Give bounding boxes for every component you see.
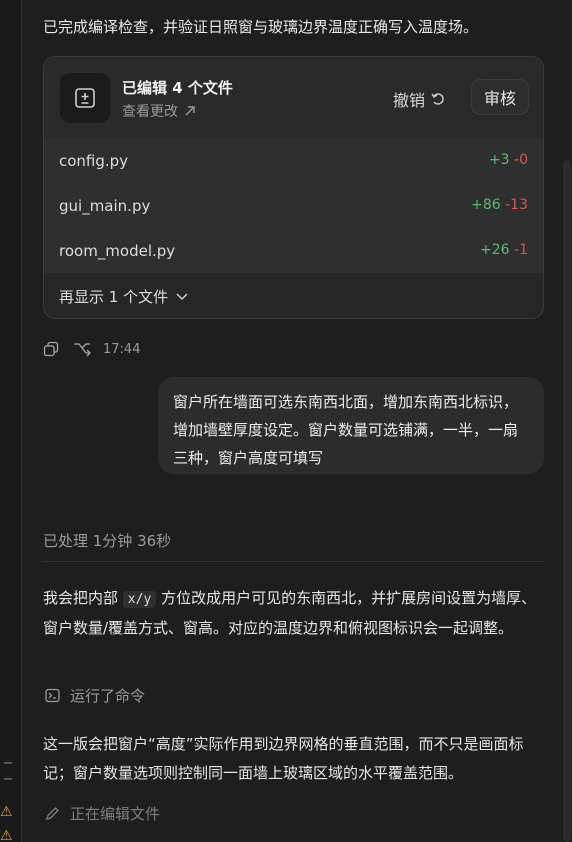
scrollbar[interactable]: [562, 0, 572, 842]
edge-tick: [4, 762, 12, 764]
review-button[interactable]: 审核: [471, 79, 529, 115]
lines-added: +86: [471, 197, 501, 213]
lines-removed: -13: [505, 197, 528, 213]
warning-icon: ⚠: [0, 828, 13, 842]
left-panel-edge: ⚠ ⚠: [0, 0, 22, 842]
message-timestamp: 17:44: [103, 341, 141, 357]
file-name: gui_main.py: [59, 197, 151, 215]
assistant-summary: 已完成编译检查，并验证日照窗与玻璃边界温度正确写入温度场。: [43, 18, 479, 36]
undo-icon: [431, 93, 444, 105]
external-arrow-icon: [185, 106, 195, 116]
reply-text: 我会把内部: [43, 589, 119, 607]
lines-added: +3: [488, 152, 510, 168]
file-diff-stats: +86 -13: [471, 197, 528, 213]
message-actions: 17:44: [43, 341, 140, 357]
file-name: config.py: [59, 152, 129, 170]
file-diff-icon: [60, 73, 110, 123]
changes-card: 已编辑 4 个文件 查看更改 撤销 审核 config.py +3 -0 gui…: [43, 56, 544, 319]
view-changes-link[interactable]: 查看更改: [122, 101, 196, 121]
show-more-files-button[interactable]: 再显示 1 个文件: [59, 286, 188, 307]
file-diff-stats: +3 -0: [489, 152, 528, 168]
assistant-reply: 这一版会把窗户“高度”实际作用到边界网格的垂直范围，而不只是画面标记；窗户数量选…: [43, 735, 524, 782]
lines-removed: -0: [514, 152, 528, 168]
view-changes-label: 查看更改: [122, 104, 178, 120]
inline-code: x/y: [122, 591, 157, 608]
changed-file-row[interactable]: gui_main.py +86 -13: [44, 183, 543, 228]
changed-file-row[interactable]: config.py +3 -0: [44, 138, 543, 183]
changed-file-row[interactable]: room_model.py +26 -1: [44, 228, 543, 273]
scrollbar-thumb[interactable]: [563, 160, 571, 842]
edge-tick: [4, 778, 12, 780]
undo-button[interactable]: 撤销: [393, 87, 445, 111]
fork-icon[interactable]: [73, 341, 91, 357]
file-name: room_model.py: [59, 242, 176, 260]
processing-time[interactable]: 已处理 1分钟 36秒: [43, 530, 171, 551]
changed-files-list: config.py +3 -0 gui_main.py +86 -13 room…: [44, 138, 543, 273]
file-diff-stats: +26 -1: [480, 242, 528, 258]
pencil-icon: [46, 807, 59, 820]
editing-status: 正在编辑文件: [45, 803, 160, 824]
ran-command-row[interactable]: 运行了命令: [45, 685, 145, 706]
assistant-reply: 我会把内部 x/y 方位改成用户可见的东南西北，并扩展房间设置为墙厚、窗户数量/…: [43, 584, 544, 642]
lines-removed: -1: [514, 242, 528, 258]
user-message-bubble: 窗户所在墙面可选东南西北面，增加东南西北标识，增加墙壁厚度设定。窗户数量可选铺满…: [158, 377, 544, 474]
copy-icon[interactable]: [43, 341, 59, 357]
lines-added: +26: [480, 242, 510, 258]
terminal-icon: [45, 688, 60, 703]
divider: [43, 561, 544, 562]
undo-label: 撤销: [393, 91, 426, 110]
warning-icon: ⚠: [0, 804, 13, 820]
chevron-down-icon: [176, 292, 188, 300]
editing-label: 正在编辑文件: [70, 805, 161, 823]
show-more-label: 再显示 1 个文件: [59, 288, 169, 306]
changes-card-header: 已编辑 4 个文件 查看更改 撤销 审核: [44, 57, 543, 138]
ran-command-label: 运行了命令: [70, 687, 146, 705]
changes-title: 已编辑 4 个文件: [122, 79, 233, 97]
